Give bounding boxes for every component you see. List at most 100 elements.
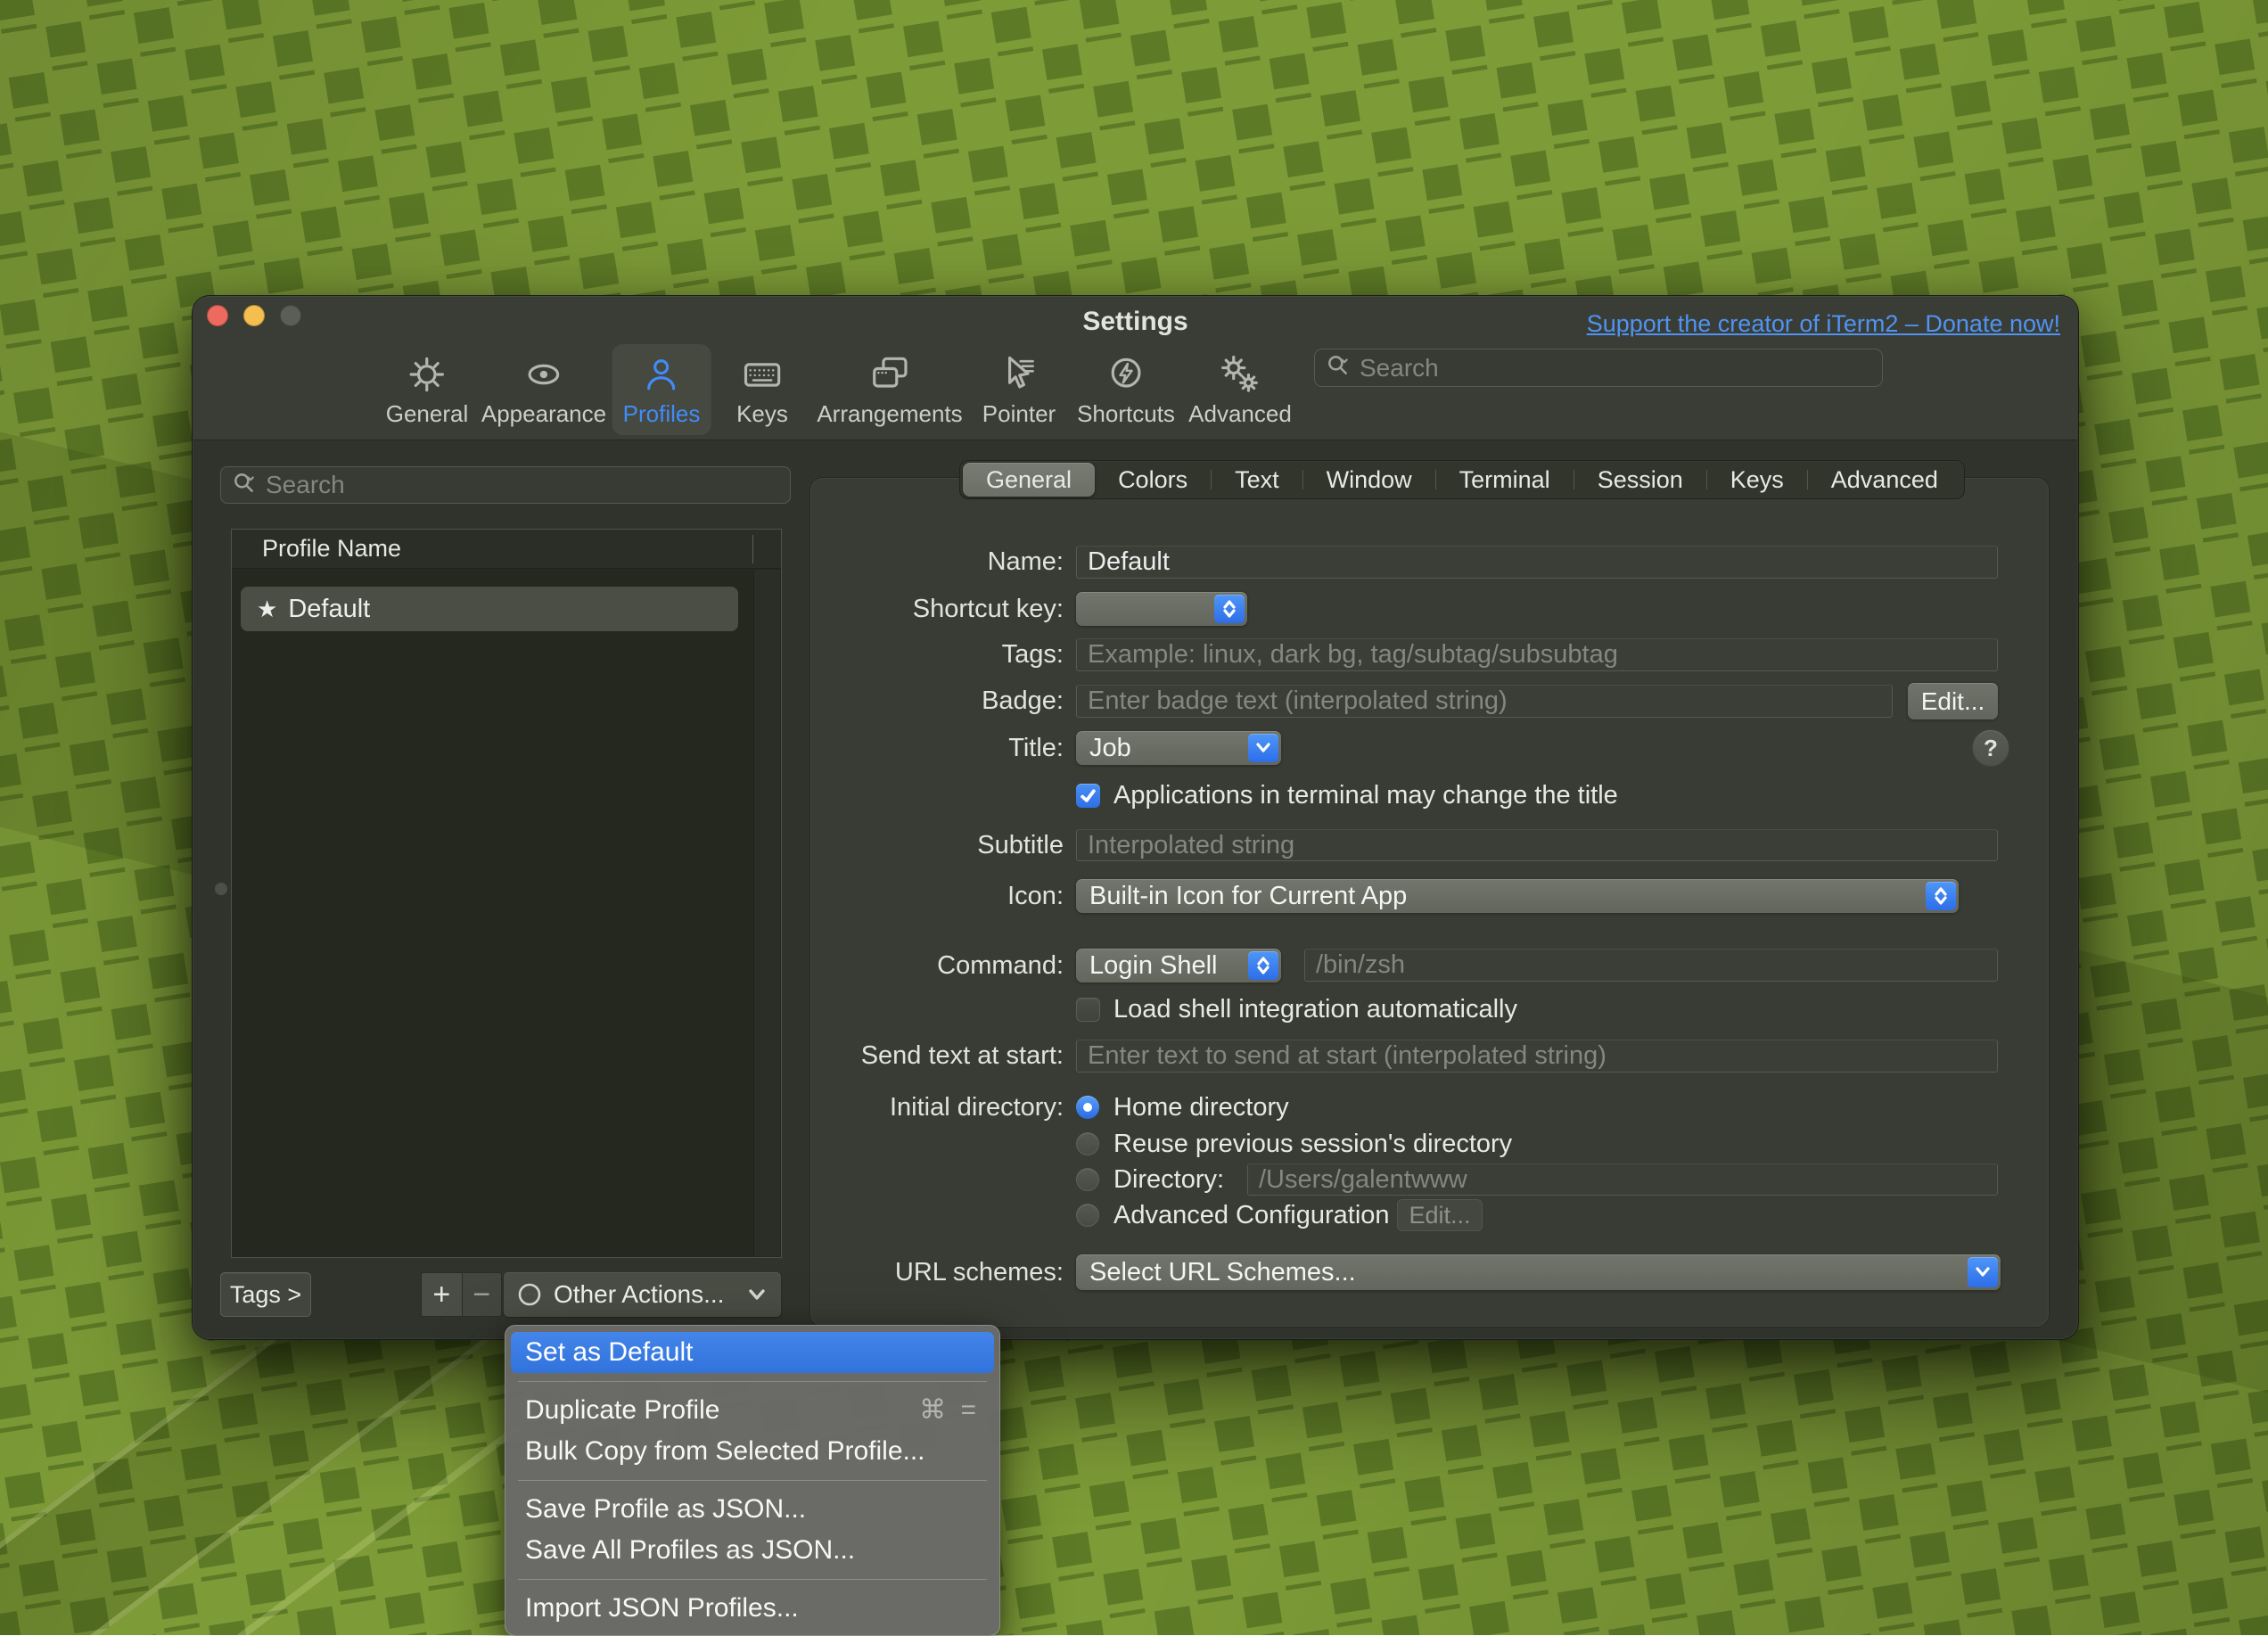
toolbar-item-appearance[interactable]: Appearance [471, 344, 617, 435]
profile-tab-bar: General Colors Text Window Terminal Sess… [959, 460, 1965, 499]
keyboard-icon [737, 349, 787, 399]
scrollbar-track[interactable] [753, 570, 780, 1256]
url-schemes-value: Select URL Schemes... [1089, 1258, 1356, 1287]
send-text-input[interactable] [1088, 1041, 1986, 1071]
toolbar-item-arrangements[interactable]: Arrangements [806, 344, 973, 435]
toolbar-item-profiles[interactable]: Profiles [612, 344, 711, 435]
tags-button-label: Tags > [230, 1281, 301, 1309]
add-profile-button[interactable]: + [422, 1273, 462, 1316]
tab-colors[interactable]: Colors [1095, 463, 1211, 497]
tab-general[interactable]: General [963, 463, 1095, 497]
menu-item-shortcut: ⌘ = [919, 1390, 980, 1431]
shell-integration-checkbox[interactable] [1076, 998, 1100, 1022]
menu-item-label: Set as Default [525, 1332, 693, 1373]
menu-item-label: Import JSON Profiles... [525, 1588, 799, 1629]
splitter-handle-dot[interactable] [215, 883, 227, 895]
menu-item-set-as-default[interactable]: Set as Default [511, 1332, 994, 1373]
menu-item-duplicate-profile[interactable]: Duplicate Profile ⌘ = [511, 1390, 994, 1431]
toolbar-item-label: Pointer [982, 400, 1056, 428]
search-icon [1326, 353, 1351, 382]
subtitle-input[interactable] [1088, 831, 1986, 860]
toolbar-item-label: Advanced [1188, 400, 1292, 428]
menu-item-save-all-profiles-json[interactable]: Save All Profiles as JSON... [511, 1530, 994, 1571]
column-header-profile-name: Profile Name [262, 535, 401, 563]
profile-table-header[interactable]: Profile Name [232, 530, 781, 569]
minus-icon: − [472, 1278, 490, 1312]
toolbar-item-general[interactable]: General [375, 344, 480, 435]
profile-search-input[interactable] [266, 471, 779, 499]
initial-directory-label: Initial directory: [817, 1092, 1064, 1122]
tab-advanced[interactable]: Advanced [1808, 463, 1961, 497]
command-path-input[interactable] [1316, 950, 1986, 980]
chevron-down-icon [747, 1287, 767, 1302]
title-dropdown-value: Job [1089, 734, 1131, 763]
tags-button[interactable]: Tags > [220, 1272, 311, 1317]
toolbar-item-pointer[interactable]: Pointer [972, 344, 1066, 435]
title-change-checkbox-label: Applications in terminal may change the … [1113, 780, 1618, 810]
toolbar-item-label: Appearance [481, 400, 606, 428]
radio-advanced-configuration[interactable] [1076, 1204, 1099, 1227]
plus-icon: + [432, 1278, 450, 1312]
advanced-edit-button[interactable]: Edit... [1397, 1199, 1483, 1231]
url-schemes-dropdown[interactable]: Select URL Schemes... [1076, 1254, 2001, 1290]
directory-field [1247, 1163, 1998, 1196]
menu-item-save-profile-json[interactable]: Save Profile as JSON... [511, 1489, 994, 1530]
title-dropdown[interactable]: Job [1076, 731, 1281, 765]
toolbar-item-label: General [386, 400, 469, 428]
menu-item-bulk-copy[interactable]: Bulk Copy from Selected Profile... [511, 1431, 994, 1472]
tab-session[interactable]: Session [1574, 463, 1706, 497]
send-text-field [1076, 1040, 1998, 1073]
remove-profile-button[interactable]: − [462, 1273, 502, 1316]
command-path-field [1304, 949, 1998, 982]
badge-field [1076, 685, 1893, 718]
send-text-label: Send text at start: [817, 1040, 1064, 1073]
help-button[interactable]: ? [1972, 729, 2009, 767]
radio-home-directory[interactable] [1076, 1096, 1099, 1119]
search-icon [232, 471, 257, 500]
gear-icon [402, 349, 452, 399]
tab-terminal[interactable]: Terminal [1436, 463, 1574, 497]
toolbar-search-input[interactable] [1360, 354, 1871, 382]
toolbar-item-label: Keys [736, 400, 788, 428]
radio-reuse-directory[interactable] [1076, 1132, 1099, 1155]
stepper-icon [1214, 595, 1245, 623]
other-actions-dropdown[interactable]: Other Actions... [504, 1272, 781, 1317]
donate-link[interactable]: Support the creator of iTerm2 – Donate n… [1587, 310, 2060, 338]
icon-dropdown[interactable]: Built-in Icon for Current App [1076, 879, 1959, 913]
profile-name: Default [288, 595, 370, 624]
icon-dropdown-value: Built-in Icon for Current App [1089, 882, 1407, 911]
badge-edit-button[interactable]: Edit... [1908, 683, 1998, 719]
directory-input[interactable] [1259, 1165, 1986, 1195]
shortcut-key-dropdown[interactable] [1076, 592, 1247, 626]
other-actions-label: Other Actions... [554, 1280, 747, 1309]
command-dropdown[interactable]: Login Shell [1076, 949, 1281, 982]
toolbar-item-label: Arrangements [817, 400, 962, 428]
subtitle-field [1076, 829, 1998, 861]
tab-window[interactable]: Window [1303, 463, 1435, 497]
radio-custom-directory[interactable] [1076, 1168, 1099, 1191]
toolbar-item-shortcuts[interactable]: Shortcuts [1066, 344, 1186, 435]
tab-keys[interactable]: Keys [1707, 463, 1807, 497]
command-label: Command: [817, 949, 1064, 982]
profile-search-field [220, 466, 791, 504]
toolbar-item-keys[interactable]: Keys [726, 344, 799, 435]
settings-window: Settings Support the creator of iTerm2 –… [192, 295, 2079, 1340]
radio-home-directory-label: Home directory [1113, 1092, 1289, 1122]
name-input[interactable] [1088, 547, 1986, 577]
menu-item-label: Save All Profiles as JSON... [525, 1530, 855, 1571]
title-change-checkbox[interactable] [1076, 784, 1100, 808]
tags-input[interactable] [1088, 640, 1986, 670]
toolbar-item-advanced[interactable]: Advanced [1178, 344, 1302, 435]
radio-custom-directory-label: Directory: [1113, 1164, 1224, 1195]
badge-input[interactable] [1088, 686, 1881, 716]
menu-item-label: Save Profile as JSON... [525, 1489, 806, 1530]
menu-item-import-json-profiles[interactable]: Import JSON Profiles... [511, 1588, 994, 1629]
tags-label: Tags: [817, 638, 1064, 671]
profile-row-default[interactable]: ★ Default [241, 587, 738, 631]
url-schemes-label: URL schemes: [817, 1254, 1064, 1290]
profile-add-remove-group: + − [421, 1272, 502, 1317]
checkmark-icon [1080, 787, 1097, 804]
menu-separator [518, 1480, 987, 1481]
stepper-icon [1248, 951, 1278, 980]
tab-text[interactable]: Text [1212, 463, 1302, 497]
